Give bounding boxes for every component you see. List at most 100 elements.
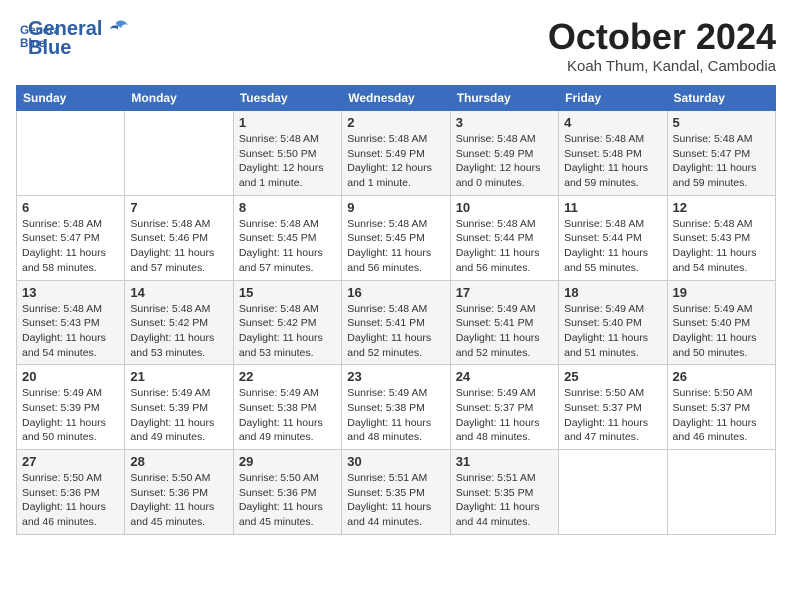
- day-info: Sunrise: 5:49 AM Sunset: 5:38 PM Dayligh…: [239, 386, 336, 445]
- month-title: October 2024: [548, 16, 776, 58]
- calendar-cell: 11 Sunrise: 5:48 AM Sunset: 5:44 PM Dayli…: [559, 195, 667, 280]
- day-info: Sunrise: 5:48 AM Sunset: 5:43 PM Dayligh…: [22, 302, 119, 361]
- calendar-cell: 14 Sunrise: 5:48 AM Sunset: 5:42 PM Dayli…: [125, 280, 233, 365]
- day-info: Sunrise: 5:48 AM Sunset: 5:47 PM Dayligh…: [22, 217, 119, 276]
- calendar-cell: 22 Sunrise: 5:49 AM Sunset: 5:38 PM Dayli…: [233, 365, 341, 450]
- calendar-cell: 27 Sunrise: 5:50 AM Sunset: 5:36 PM Dayli…: [17, 450, 125, 535]
- weekday-header-wednesday: Wednesday: [342, 86, 450, 111]
- day-info: Sunrise: 5:48 AM Sunset: 5:49 PM Dayligh…: [456, 132, 553, 191]
- day-number: 11: [564, 200, 661, 215]
- day-info: Sunrise: 5:48 AM Sunset: 5:42 PM Dayligh…: [239, 302, 336, 361]
- day-number: 25: [564, 369, 661, 384]
- day-info: Sunrise: 5:49 AM Sunset: 5:39 PM Dayligh…: [130, 386, 227, 445]
- day-info: Sunrise: 5:49 AM Sunset: 5:37 PM Dayligh…: [456, 386, 553, 445]
- day-number: 4: [564, 115, 661, 130]
- calendar-cell: 18 Sunrise: 5:49 AM Sunset: 5:40 PM Dayli…: [559, 280, 667, 365]
- day-info: Sunrise: 5:50 AM Sunset: 5:37 PM Dayligh…: [673, 386, 770, 445]
- day-info: Sunrise: 5:49 AM Sunset: 5:39 PM Dayligh…: [22, 386, 119, 445]
- day-info: Sunrise: 5:50 AM Sunset: 5:37 PM Dayligh…: [564, 386, 661, 445]
- weekday-header-monday: Monday: [125, 86, 233, 111]
- day-number: 18: [564, 285, 661, 300]
- calendar-cell: 8Sunrise: 5:48 AM Sunset: 5:45 PM Daylig…: [233, 195, 341, 280]
- day-number: 7: [130, 200, 227, 215]
- day-info: Sunrise: 5:50 AM Sunset: 5:36 PM Dayligh…: [22, 471, 119, 530]
- calendar-cell: 2 Sunrise: 5:48 AM Sunset: 5:49 PM Daylig…: [342, 111, 450, 196]
- calendar-cell: 28Sunrise: 5:50 AM Sunset: 5:36 PM Dayli…: [125, 450, 233, 535]
- calendar-cell: 26Sunrise: 5:50 AM Sunset: 5:37 PM Dayli…: [667, 365, 775, 450]
- day-number: 16: [347, 285, 444, 300]
- day-number: 10: [456, 200, 553, 215]
- day-number: 20: [22, 369, 119, 384]
- calendar-cell: 24Sunrise: 5:49 AM Sunset: 5:37 PM Dayli…: [450, 365, 558, 450]
- day-number: 9: [347, 200, 444, 215]
- title-block: October 2024 Koah Thum, Kandal, Cambodia: [548, 16, 776, 75]
- day-info: Sunrise: 5:49 AM Sunset: 5:40 PM Dayligh…: [673, 302, 770, 361]
- day-info: Sunrise: 5:48 AM Sunset: 5:44 PM Dayligh…: [456, 217, 553, 276]
- day-number: 29: [239, 454, 336, 469]
- day-number: 6: [22, 200, 119, 215]
- day-info: Sunrise: 5:48 AM Sunset: 5:41 PM Dayligh…: [347, 302, 444, 361]
- day-info: Sunrise: 5:48 AM Sunset: 5:43 PM Dayligh…: [673, 217, 770, 276]
- calendar-cell: [559, 450, 667, 535]
- day-number: 3: [456, 115, 553, 130]
- calendar-cell: 20 Sunrise: 5:49 AM Sunset: 5:39 PM Dayli…: [17, 365, 125, 450]
- weekday-header-row: SundayMondayTuesdayWednesdayThursdayFrid…: [17, 86, 776, 111]
- day-info: Sunrise: 5:48 AM Sunset: 5:47 PM Dayligh…: [673, 132, 770, 191]
- day-info: Sunrise: 5:48 AM Sunset: 5:45 PM Dayligh…: [347, 217, 444, 276]
- location-subtitle: Koah Thum, Kandal, Cambodia: [548, 58, 776, 75]
- calendar-week-4: 20 Sunrise: 5:49 AM Sunset: 5:39 PM Dayli…: [17, 365, 776, 450]
- day-info: Sunrise: 5:48 AM Sunset: 5:44 PM Dayligh…: [564, 217, 661, 276]
- calendar-header: SundayMondayTuesdayWednesdayThursdayFrid…: [17, 86, 776, 111]
- calendar-cell: 29 Sunrise: 5:50 AM Sunset: 5:36 PM Dayli…: [233, 450, 341, 535]
- calendar-cell: 21 Sunrise: 5:49 AM Sunset: 5:39 PM Dayli…: [125, 365, 233, 450]
- day-info: Sunrise: 5:48 AM Sunset: 5:48 PM Dayligh…: [564, 132, 661, 191]
- day-number: 21: [130, 369, 227, 384]
- day-number: 1: [239, 115, 336, 130]
- day-number: 28: [130, 454, 227, 469]
- day-info: Sunrise: 5:51 AM Sunset: 5:35 PM Dayligh…: [347, 471, 444, 530]
- calendar-cell: 1 Sunrise: 5:48 AM Sunset: 5:50 PM Daylig…: [233, 111, 341, 196]
- calendar-week-3: 13Sunrise: 5:48 AM Sunset: 5:43 PM Dayli…: [17, 280, 776, 365]
- day-info: Sunrise: 5:51 AM Sunset: 5:35 PM Dayligh…: [456, 471, 553, 530]
- calendar-cell: 9 Sunrise: 5:48 AM Sunset: 5:45 PM Daylig…: [342, 195, 450, 280]
- day-number: 30: [347, 454, 444, 469]
- calendar-cell: 25 Sunrise: 5:50 AM Sunset: 5:37 PM Dayli…: [559, 365, 667, 450]
- day-info: Sunrise: 5:48 AM Sunset: 5:42 PM Dayligh…: [130, 302, 227, 361]
- calendar-cell: 19 Sunrise: 5:49 AM Sunset: 5:40 PM Dayli…: [667, 280, 775, 365]
- day-info: Sunrise: 5:50 AM Sunset: 5:36 PM Dayligh…: [239, 471, 336, 530]
- day-number: 27: [22, 454, 119, 469]
- day-info: Sunrise: 5:48 AM Sunset: 5:50 PM Dayligh…: [239, 132, 336, 191]
- day-number: 5: [673, 115, 770, 130]
- day-number: 2: [347, 115, 444, 130]
- calendar-table: SundayMondayTuesdayWednesdayThursdayFrid…: [16, 85, 776, 535]
- calendar-week-5: 27 Sunrise: 5:50 AM Sunset: 5:36 PM Dayli…: [17, 450, 776, 535]
- weekday-header-tuesday: Tuesday: [233, 86, 341, 111]
- calendar-cell: 16 Sunrise: 5:48 AM Sunset: 5:41 PM Dayli…: [342, 280, 450, 365]
- calendar-cell: 3 Sunrise: 5:48 AM Sunset: 5:49 PM Daylig…: [450, 111, 558, 196]
- weekday-header-friday: Friday: [559, 86, 667, 111]
- calendar-cell: [17, 111, 125, 196]
- day-number: 19: [673, 285, 770, 300]
- day-number: 12: [673, 200, 770, 215]
- weekday-header-sunday: Sunday: [17, 86, 125, 111]
- calendar-cell: 15 Sunrise: 5:48 AM Sunset: 5:42 PM Dayli…: [233, 280, 341, 365]
- calendar-cell: 5 Sunrise: 5:48 AM Sunset: 5:47 PM Daylig…: [667, 111, 775, 196]
- day-number: 15: [239, 285, 336, 300]
- calendar-cell: [667, 450, 775, 535]
- calendar-cell: 10 Sunrise: 5:48 AM Sunset: 5:44 PM Dayli…: [450, 195, 558, 280]
- day-info: Sunrise: 5:49 AM Sunset: 5:41 PM Dayligh…: [456, 302, 553, 361]
- day-info: Sunrise: 5:49 AM Sunset: 5:40 PM Dayligh…: [564, 302, 661, 361]
- day-number: 23: [347, 369, 444, 384]
- day-info: Sunrise: 5:48 AM Sunset: 5:49 PM Dayligh…: [347, 132, 444, 191]
- day-number: 14: [130, 285, 227, 300]
- day-number: 22: [239, 369, 336, 384]
- day-info: Sunrise: 5:48 AM Sunset: 5:45 PM Dayligh…: [239, 217, 336, 276]
- day-number: 17: [456, 285, 553, 300]
- calendar-cell: 6 Sunrise: 5:48 AM Sunset: 5:47 PM Daylig…: [17, 195, 125, 280]
- logo: General Blue General Blue: [16, 16, 132, 60]
- calendar-cell: 23Sunrise: 5:49 AM Sunset: 5:38 PM Dayli…: [342, 365, 450, 450]
- calendar-cell: 13Sunrise: 5:48 AM Sunset: 5:43 PM Dayli…: [17, 280, 125, 365]
- calendar-cell: 17 Sunrise: 5:49 AM Sunset: 5:41 PM Dayli…: [450, 280, 558, 365]
- bird-icon: [104, 19, 132, 41]
- calendar-cell: 4 Sunrise: 5:48 AM Sunset: 5:48 PM Daylig…: [559, 111, 667, 196]
